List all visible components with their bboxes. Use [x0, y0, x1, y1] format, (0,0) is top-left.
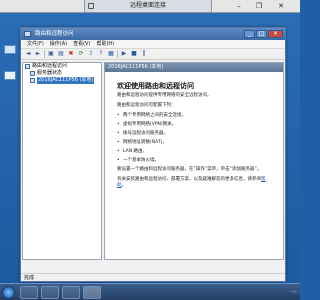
- maximize-button[interactable]: □: [256, 30, 267, 38]
- list-item: LAN 路由。: [117, 147, 273, 156]
- config-intro-text: 路由和远程访问可配置下列：: [117, 102, 176, 108]
- taskbar-app-explorer[interactable]: [62, 286, 80, 299]
- taskbar: ··:··: [0, 283, 300, 300]
- list-item: 网络地址转换(NAT)。: [117, 138, 273, 147]
- app-icon: [24, 31, 31, 37]
- close-button[interactable]: ✕: [268, 30, 283, 38]
- tree-item-local-server[interactable]: 2016JAC111P56 (本地): [23, 77, 101, 84]
- refresh-icon[interactable]: ⟳: [77, 50, 85, 58]
- toolbar: ◄ ► ▣ ▤ ✖ ⟳ ⇪ ? ▦ ▶ ■ ‖: [21, 49, 285, 60]
- status-bar: 完成: [21, 273, 285, 281]
- forward-icon[interactable]: ►: [34, 50, 42, 58]
- server-status-icon: [30, 71, 35, 76]
- rdp-restore-button[interactable]: ❐: [254, 2, 264, 11]
- back-icon[interactable]: ◄: [24, 50, 32, 58]
- list-item: 虚拟专用网络(VPN)网关。: [117, 120, 273, 129]
- rdp-close-button[interactable]: ✕: [276, 2, 286, 11]
- tree-item-label: 服务器状态: [37, 70, 63, 76]
- setup-text: 要设置一个路由和远程访问服务器，在“操作”菜单，单击“添加服务器”。: [117, 167, 262, 172]
- routing-remote-access-window: 路由和远程访问 _ □ ✕ 文件(F) 操作(A) 查看(V) 帮助(H) ◄ …: [20, 27, 286, 282]
- pin-icon[interactable]: [88, 3, 94, 9]
- details-header: 2016JAC111P56 (本地): [105, 63, 283, 72]
- taskbar-app-routing[interactable]: [83, 286, 101, 299]
- menu-action[interactable]: 操作(A): [47, 40, 70, 48]
- system-tray[interactable]: ··:··: [290, 286, 298, 299]
- rdp-minimize-button[interactable]: –: [234, 2, 244, 11]
- desktop-shortcut-icon[interactable]: [2, 71, 18, 93]
- tree-root[interactable]: 路由和远程访问: [23, 63, 101, 70]
- desktop-computer-icon[interactable]: [2, 45, 18, 67]
- console-content: 路由和远程访问 服务器状态 2016JAC111P56 (本地) 2016JAC…: [21, 61, 285, 261]
- welcome-heading: 欢迎使用路由和远程访问: [117, 82, 194, 90]
- menu-view[interactable]: 查看(V): [70, 40, 93, 48]
- taskbar-app-server-manager[interactable]: [20, 286, 38, 299]
- remote-desktop-title: 远程桌面连接: [129, 2, 166, 9]
- window-title: 路由和远程访问: [35, 31, 74, 37]
- list-item: 两个专用网络之间的安全连接。: [117, 111, 273, 120]
- welcome-article: 欢迎使用路由和远程访问 路由和远程访问提供专用网络的安全远程访问。 路由和远程访…: [105, 72, 283, 190]
- menu-bar: 文件(F) 操作(A) 查看(V) 帮助(H): [21, 40, 285, 49]
- pause-service-icon[interactable]: ‖: [140, 50, 148, 58]
- remote-desktop-title-tab[interactable]: 远程桌面连接: [84, 0, 212, 13]
- export-icon[interactable]: ⇪: [87, 50, 95, 58]
- status-text: 完成: [24, 275, 35, 281]
- tree-item-label: 2016JAC111P56 (本地): [37, 77, 95, 84]
- more-info-body: 有关安装路由和远程访问、部署方案、以及疑难解答的更多信息，请参阅: [117, 176, 261, 182]
- list-item: 拨号远程访问服务器。: [117, 129, 273, 138]
- stop-service-icon[interactable]: ■: [130, 50, 138, 58]
- remote-desktop-bar: 远程桌面连接 – ❐ ✕: [0, 0, 300, 13]
- list-item: 一个基本防火墙。: [117, 156, 273, 165]
- console-tree: 路由和远程访问 服务器状态 2016JAC111P56 (本地): [22, 62, 102, 260]
- clock-text: ··:··: [289, 289, 298, 295]
- start-button[interactable]: [2, 286, 15, 299]
- start-service-icon[interactable]: ▶: [120, 50, 128, 58]
- menu-file[interactable]: 文件(F): [24, 40, 47, 48]
- help-icon[interactable]: ?: [97, 50, 105, 58]
- toolbar-separator: [44, 50, 45, 58]
- toolbar-separator: [117, 50, 118, 58]
- taskbar-app-powershell[interactable]: [41, 286, 59, 299]
- properties-icon[interactable]: ▤: [57, 50, 65, 58]
- delete-icon[interactable]: ✖: [67, 50, 75, 58]
- more-info-text: 有关安装路由和远程访问、部署方案、以及疑难解答的更多信息，请参阅帮助。: [117, 177, 273, 190]
- shortcut-icon: [4, 71, 16, 80]
- tree-root-label: 路由和远程访问: [32, 63, 68, 69]
- feature-list: 两个专用网络之间的安全连接。 虚拟专用网络(VPN)网关。 拨号远程访问服务器。…: [117, 111, 273, 165]
- window-titlebar[interactable]: 路由和远程访问 _ □ ✕: [21, 28, 285, 40]
- more-info-end: 。: [121, 183, 127, 188]
- details-pane: 2016JAC111P56 (本地) 欢迎使用路由和远程访问 路由和远程访问提供…: [104, 62, 284, 260]
- minimize-button[interactable]: _: [244, 30, 255, 38]
- computer-icon: [4, 45, 16, 54]
- tree-item-server-status[interactable]: 服务器状态: [23, 70, 101, 77]
- menu-help[interactable]: 帮助(H): [93, 40, 117, 48]
- routing-icon: [25, 64, 30, 69]
- up-level-icon[interactable]: ▣: [47, 50, 55, 58]
- server-icon: [30, 78, 35, 83]
- grid-icon[interactable]: ▦: [107, 50, 115, 58]
